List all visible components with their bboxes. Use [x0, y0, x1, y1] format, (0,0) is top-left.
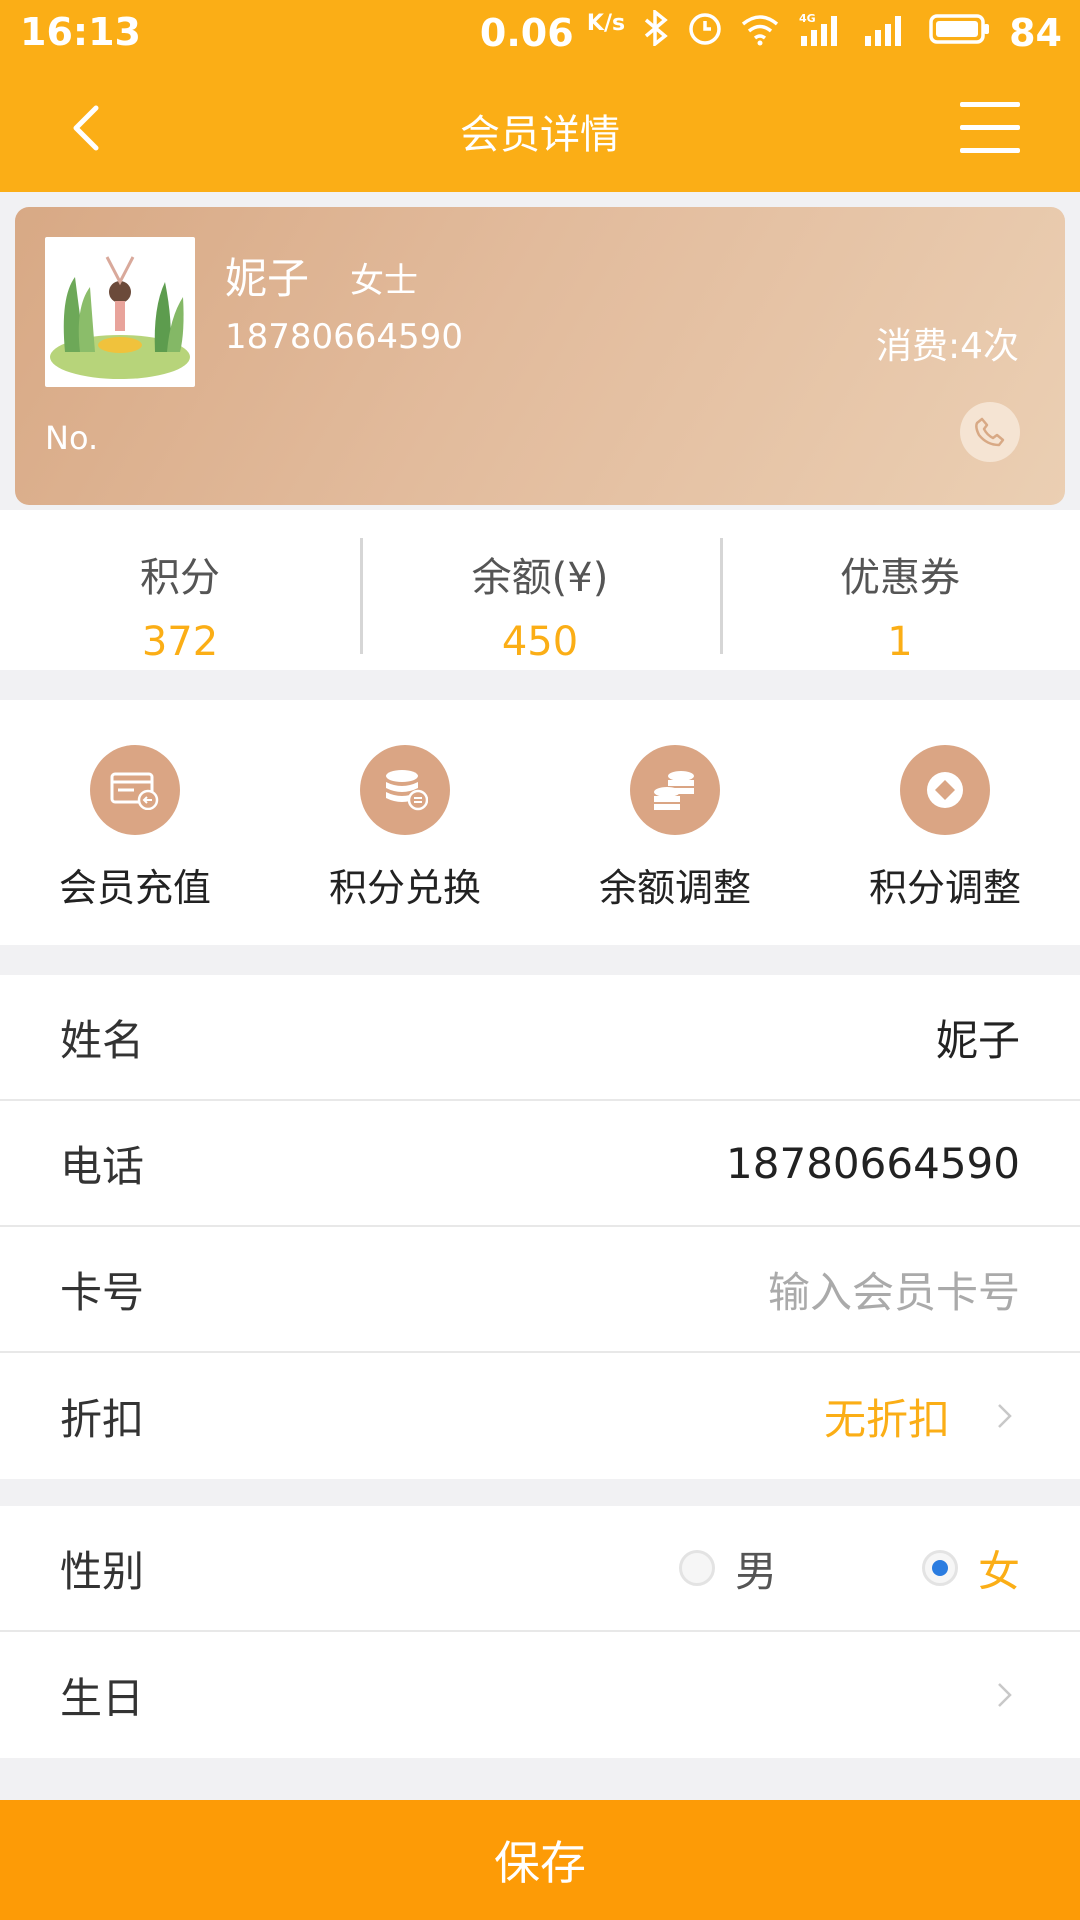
stat-points[interactable]: 积分 372: [0, 510, 360, 670]
stat-value: 372: [141, 619, 219, 665]
quick-actions: 会员充值 积分兑换 余额调整 积分调整: [0, 700, 1080, 945]
phone-label: 电话: [60, 1141, 145, 1191]
action-label: 会员充值: [58, 866, 211, 910]
stat-label: 优惠券: [840, 555, 960, 601]
radio-dot[interactable]: [678, 1550, 715, 1586]
discount-label: 折扣: [60, 1394, 145, 1444]
coin-exchange-icon: [360, 745, 450, 835]
call-button[interactable]: [960, 402, 1020, 462]
action-points-exchange[interactable]: 积分兑换: [270, 700, 540, 945]
svg-text:4G: 4G: [799, 12, 816, 25]
member-phone: 18780664590: [225, 317, 463, 357]
name-row[interactable]: 姓名 妮子: [0, 975, 1080, 1101]
stat-balance[interactable]: 余额(¥) 450: [360, 510, 720, 670]
name-field[interactable]: 妮子: [936, 1007, 1020, 1068]
action-points-adjust[interactable]: 积分调整: [810, 700, 1080, 945]
status-icons: 0.06 K/s 4G 84: [480, 8, 1062, 55]
network-speed: 0.06 K/s: [480, 11, 625, 55]
wifi-icon: [741, 11, 779, 55]
signal-icon: [863, 11, 909, 55]
member-stats: 积分 372 余额(¥) 450 优惠券 1: [0, 510, 1080, 670]
stat-coupons[interactable]: 优惠券 1: [720, 510, 1080, 670]
member-title: 女士: [350, 261, 418, 301]
gender-row: 性别 男 女: [0, 1506, 1080, 1632]
card-number-label: 卡号: [60, 1267, 145, 1317]
alarm-icon: [687, 10, 723, 55]
nav-bar: 会员详情: [0, 64, 1080, 192]
gender-female-radio[interactable]: 女: [921, 1538, 1020, 1599]
stat-value: 1: [887, 619, 913, 665]
network-speed-unit: K/s: [586, 10, 626, 36]
signal-4g-icon: 4G: [797, 11, 845, 55]
gender-radio-group: 男 女: [678, 1538, 1020, 1599]
member-name: 妮子: [225, 254, 310, 303]
member-extra-form: 性别 男 女 生日: [0, 1506, 1080, 1758]
card-recharge-icon: [90, 745, 180, 835]
stat-label: 积分: [140, 555, 220, 601]
battery-icon: [927, 11, 991, 55]
chevron-right-icon: [998, 1683, 1012, 1707]
consume-count: 消费:4次: [875, 326, 1019, 367]
battery-level: 84: [1009, 10, 1062, 55]
bluetooth-icon: [643, 8, 669, 55]
card-number-input[interactable]: 输入会员卡号: [768, 1259, 1020, 1320]
action-balance-adjust[interactable]: 余额调整: [540, 700, 810, 945]
discount-row[interactable]: 折扣 无折扣: [0, 1353, 1080, 1479]
discount-value[interactable]: 无折扣: [824, 1386, 950, 1447]
birthday-row[interactable]: 生日: [0, 1632, 1080, 1758]
action-label: 余额调整: [598, 866, 751, 910]
radio-dot[interactable]: [921, 1550, 958, 1586]
page-title: 会员详情: [460, 112, 620, 158]
action-label: 积分兑换: [328, 866, 481, 910]
gender-female-label: 女: [977, 1546, 1020, 1596]
status-bar: 16:13 0.06 K/s 4G 84: [0, 0, 1080, 64]
network-speed-value: 0.06: [479, 10, 574, 55]
member-info-form: 姓名 妮子 电话 18780664590 卡号 输入会员卡号 折扣 无折扣: [0, 975, 1080, 1479]
save-button[interactable]: 保存: [0, 1800, 1080, 1920]
gender-male-radio[interactable]: 男: [678, 1538, 777, 1599]
gender-label: 性别: [60, 1546, 145, 1596]
chevron-right-icon: [998, 1404, 1012, 1428]
gender-male-label: 男: [734, 1546, 777, 1596]
coins-stack-icon: [630, 745, 720, 835]
diamond-icon: [900, 745, 990, 835]
name-label: 姓名: [60, 1015, 145, 1065]
stat-value: 450: [501, 619, 579, 665]
stat-label: 余额(¥): [471, 555, 609, 601]
birthday-label: 生日: [60, 1673, 145, 1723]
action-recharge[interactable]: 会员充值: [0, 700, 270, 945]
member-card: 妮子 女士 18780664590 消费:4次 No.: [15, 207, 1065, 505]
phone-icon: [975, 417, 1005, 447]
phone-field[interactable]: 18780664590: [726, 1139, 1020, 1188]
action-label: 积分调整: [868, 866, 1021, 910]
card-number-row[interactable]: 卡号 输入会员卡号: [0, 1227, 1080, 1353]
avatar: [45, 237, 195, 387]
status-time: 16:13: [20, 10, 141, 54]
phone-row[interactable]: 电话 18780664590: [0, 1101, 1080, 1227]
card-number: No.: [45, 419, 99, 457]
menu-icon[interactable]: [960, 102, 1020, 154]
